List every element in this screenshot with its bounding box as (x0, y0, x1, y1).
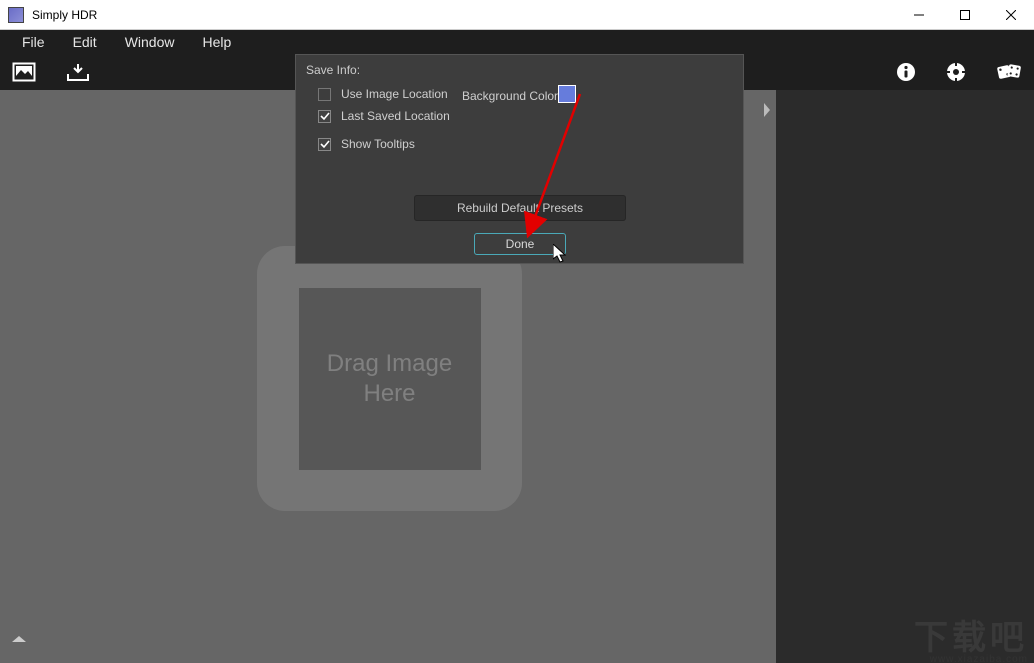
window-title: Simply HDR (32, 8, 896, 22)
drop-zone-inner: Drag Image Here (299, 288, 481, 470)
watermark-url: www.xiazaiba.com (930, 654, 1028, 663)
expand-bottom-icon[interactable] (12, 631, 26, 649)
drop-text-line2: Here (363, 379, 415, 409)
side-panel (776, 90, 1034, 663)
app-icon (8, 7, 24, 23)
checkbox-unchecked-icon[interactable] (318, 88, 331, 101)
preferences-panel: Save Info: Use Image Location Last Saved… (295, 54, 744, 264)
menu-help[interactable]: Help (188, 30, 245, 54)
menu-edit[interactable]: Edit (59, 30, 111, 54)
panel-title: Save Info: (296, 55, 743, 83)
save-image-icon[interactable] (66, 62, 90, 82)
checkbox-checked-icon[interactable] (318, 138, 331, 151)
window-titlebar: Simply HDR (0, 0, 1034, 30)
drop-zone[interactable]: Drag Image Here (257, 246, 522, 511)
menu-file[interactable]: File (8, 30, 59, 54)
dice-icon[interactable] (996, 62, 1022, 82)
close-button[interactable] (988, 0, 1034, 30)
checkbox-checked-icon[interactable] (318, 110, 331, 123)
option-show-tooltips[interactable]: Show Tooltips (296, 133, 743, 155)
option-label: Use Image Location (341, 87, 448, 101)
menu-bar: File Edit Window Help (0, 30, 1034, 54)
open-image-icon[interactable] (12, 62, 36, 82)
drop-text-line1: Drag Image (327, 349, 452, 379)
background-color-label: Background Color (462, 89, 558, 103)
watermark: 下载吧 (914, 610, 1028, 659)
rebuild-presets-button[interactable]: Rebuild Default Presets (414, 195, 626, 221)
window-controls (896, 0, 1034, 30)
option-label: Last Saved Location (341, 109, 450, 123)
option-last-saved-location[interactable]: Last Saved Location (296, 105, 743, 127)
maximize-button[interactable] (942, 0, 988, 30)
info-icon[interactable] (896, 62, 916, 82)
done-button[interactable]: Done (474, 233, 566, 255)
side-panel-toggle[interactable] (758, 100, 776, 120)
minimize-button[interactable] (896, 0, 942, 30)
background-color-swatch[interactable] (558, 85, 576, 103)
option-label: Show Tooltips (341, 137, 415, 151)
menu-window[interactable]: Window (111, 30, 189, 54)
gear-icon[interactable] (946, 62, 966, 82)
